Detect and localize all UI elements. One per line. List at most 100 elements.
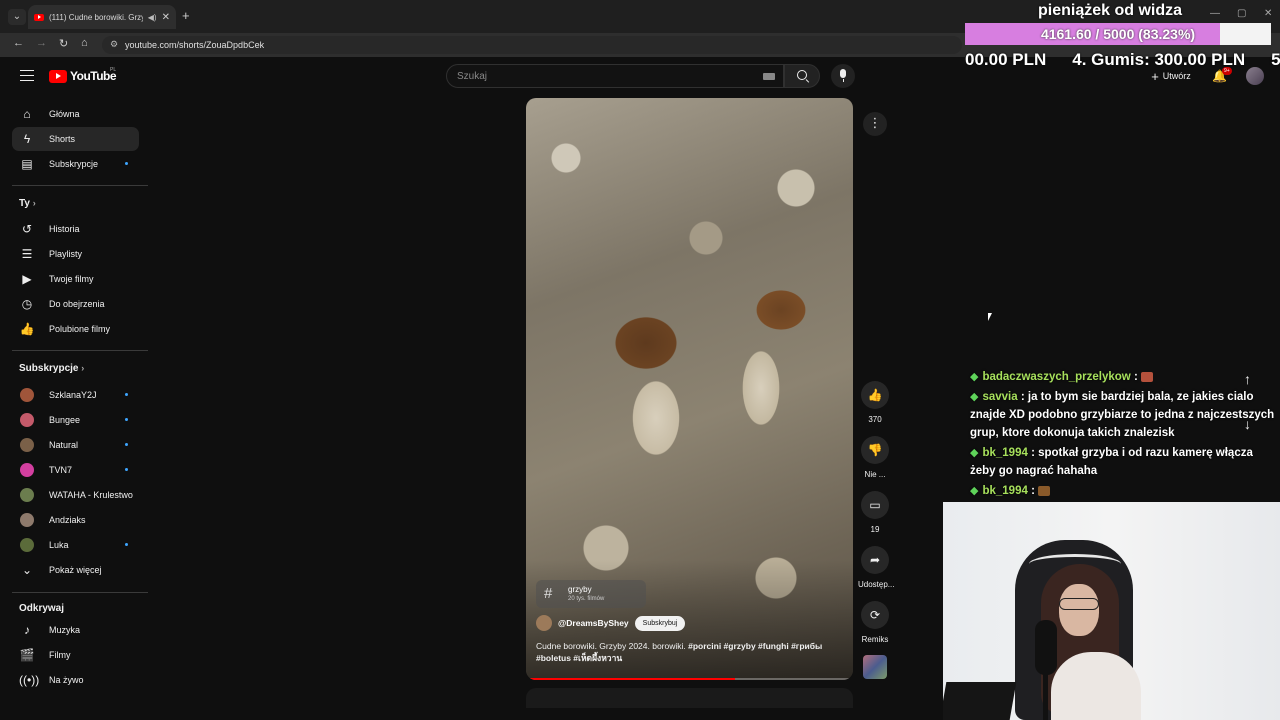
sidebar-channel-item[interactable]: Bungee	[12, 408, 139, 432]
channel-handle[interactable]: @DreamsByShey	[558, 618, 629, 628]
microphone-icon	[1035, 620, 1057, 675]
sidebar-item-history[interactable]: ↺ Historia	[12, 217, 139, 241]
subscribe-button[interactable]: Subskrybuj	[634, 615, 686, 631]
sidebar-item-live[interactable]: ((•)) Na żywo	[12, 668, 139, 692]
sidebar-item-playlists[interactable]: ☰ Playlisty	[12, 242, 139, 266]
sound-thumbnail[interactable]	[863, 655, 887, 679]
youtube-logo[interactable]: YouTube	[49, 69, 117, 83]
sidebar-channel-item[interactable]: TVN7	[12, 458, 139, 482]
sidebar-item-liked[interactable]: 👍 Polubione filmy	[12, 317, 139, 341]
search-button[interactable]	[784, 64, 820, 88]
sidebar-channel-item[interactable]: Luka	[12, 533, 139, 557]
movies-icon: 🎬	[19, 648, 35, 662]
remix-icon: ⟳	[861, 601, 889, 629]
sidebar-item-label: Historia	[49, 224, 80, 234]
sidebar-item-music[interactable]: ♪ Muzyka	[12, 618, 139, 642]
like-button[interactable]: 👍 370	[858, 381, 892, 424]
new-content-dot	[125, 418, 128, 421]
short-title-text: Cudne borowiki. Grzyby 2024. borowiki.	[536, 641, 689, 651]
hashtag-chip[interactable]: # grzyby 20 tys. filmów	[536, 580, 646, 608]
close-window-icon[interactable]: ✕	[1264, 8, 1272, 19]
sidebar-item-label: Filmy	[49, 650, 71, 660]
sidebar-channel-item[interactable]: Andziaks	[12, 508, 139, 532]
home-icon: ⌂	[23, 107, 31, 121]
site-info-icon[interactable]: ⚙	[110, 39, 118, 50]
playlist-icon: ☰	[21, 247, 33, 261]
donation-goal-bar: 4161.60 / 5000 (83.23%)	[965, 23, 1271, 45]
voice-search-button[interactable]	[831, 64, 855, 88]
ticker-item: 4. Gumis: 300.00 PLN	[1072, 50, 1246, 69]
short-title[interactable]: Cudne borowiki. Grzyby 2024. borowiki. #…	[536, 640, 836, 664]
new-content-dot	[125, 393, 128, 396]
shorts-icon: ϟ	[23, 132, 31, 146]
share-button[interactable]: ➦ Udostęp...	[858, 546, 894, 589]
sidebar-item-label: Shorts	[49, 134, 76, 144]
stream-chat: ◆ badaczwaszych_przelykow : ◆ savvia : ja …	[970, 368, 1275, 502]
chat-username: badaczwaszych_przelykow	[982, 371, 1131, 383]
show-more-button[interactable]: ⌄ Pokaż więcej	[12, 558, 139, 582]
sidebar-item-label: SzklanaY2J	[49, 390, 97, 400]
new-content-dot	[125, 468, 128, 471]
tab-close-icon[interactable]: ✕	[162, 12, 170, 23]
next-short-arrow-icon[interactable]: ↓	[1244, 416, 1251, 432]
back-icon[interactable]: ←	[13, 37, 24, 49]
tab-audio-icon[interactable]: ◀︎)	[148, 13, 157, 22]
chat-username: savvia	[982, 391, 1018, 403]
sidebar-item-shorts[interactable]: ϟ Shorts	[12, 127, 139, 151]
like-count: 370	[868, 415, 882, 424]
sidebar-item-movies[interactable]: 🎬 Filmy	[12, 643, 139, 667]
hamburger-menu-icon[interactable]	[20, 70, 34, 81]
sidebar-item-label: WATAHA - Krulestwo	[49, 490, 133, 500]
sidebar-item-watch-later[interactable]: ◷ Do obejrzenia	[12, 292, 139, 316]
you-section-header[interactable]: Ty ›	[19, 198, 36, 209]
previous-short-arrow-icon[interactable]: ↑	[1244, 371, 1251, 387]
sidebar-item-home[interactable]: ⌂ Główna	[12, 102, 139, 126]
browser-tab[interactable]: (111) Cudne borowiki. Grzyby ◀︎) ✕	[28, 5, 176, 29]
sidebar-divider	[12, 350, 148, 351]
tab-search-dropdown-icon[interactable]: ⌄	[8, 9, 26, 25]
channel-avatar	[20, 513, 34, 527]
subscriptions-section-header[interactable]: Subskrypcje ›	[19, 363, 84, 374]
chat-message: ◆ bk_1994 : spotkał grzyba i od razu kame…	[970, 447, 1253, 477]
share-icon: ➦	[861, 546, 889, 574]
region-code: PL	[110, 67, 117, 73]
liked-icon: 👍	[19, 322, 35, 336]
sidebar-item-label: Główna	[49, 109, 80, 119]
search-input[interactable]: Szukaj	[446, 64, 784, 88]
sidebar-item-subscriptions[interactable]: ▤ Subskrypcje	[12, 152, 139, 176]
keyboard	[943, 682, 1017, 720]
more-options-icon[interactable]: ⋮	[863, 112, 887, 136]
address-bar[interactable]: ⚙ youtube.com/shorts/ZouaDpdbCek	[102, 36, 962, 54]
chat-badge-icon: ◆	[970, 485, 979, 497]
channel-row: @DreamsByShey Subskrybuj	[536, 615, 686, 631]
comments-button[interactable]: ▭ 19	[858, 491, 892, 534]
short-video-player[interactable]: # grzyby 20 tys. filmów @DreamsByShey Su…	[526, 98, 853, 680]
sidebar-item-label: Muzyka	[49, 625, 81, 635]
streamer-body	[1051, 652, 1141, 720]
sidebar-channel-item[interactable]: SzklanaY2J	[12, 383, 139, 407]
microphone-stand	[1043, 672, 1048, 720]
your-videos-icon: ▶	[22, 272, 32, 286]
live-icon: ((•))	[19, 673, 40, 687]
new-content-dot	[125, 162, 128, 165]
new-tab-icon[interactable]: +	[182, 8, 190, 23]
video-progress-bar[interactable]	[526, 678, 853, 680]
sidebar-item-your-videos[interactable]: ▶ Twoje filmy	[12, 267, 139, 291]
next-short-preview[interactable]	[526, 688, 853, 708]
ticker-item: 5.	[1271, 50, 1280, 69]
reload-icon[interactable]: ↻	[59, 37, 68, 50]
sidebar-channel-item[interactable]: WATAHA - Krulestwo	[12, 483, 139, 507]
hashtag-video-count: 20 tys. filmów	[568, 596, 605, 602]
channel-avatar[interactable]	[536, 615, 552, 631]
sidebar-item-label: Bungee	[49, 415, 81, 425]
sidebar-channel-item[interactable]: Natural	[12, 433, 139, 457]
chat-message: ◆ savvia : ja to bym sie bardziej bala, z…	[970, 391, 1275, 439]
remix-button[interactable]: ⟳ Remiks	[858, 601, 892, 644]
home-browser-icon[interactable]: ⌂	[81, 37, 88, 49]
video-progress-fill	[526, 678, 736, 680]
donation-ticker: 00.00 PLN 4. Gumis: 300.00 PLN 5.	[965, 50, 1280, 72]
keyboard-icon[interactable]	[763, 73, 775, 80]
chat-badge-icon: ◆	[970, 391, 979, 403]
forward-icon[interactable]: →	[36, 37, 47, 49]
dislike-button[interactable]: 👎 Nie ...	[858, 436, 892, 479]
